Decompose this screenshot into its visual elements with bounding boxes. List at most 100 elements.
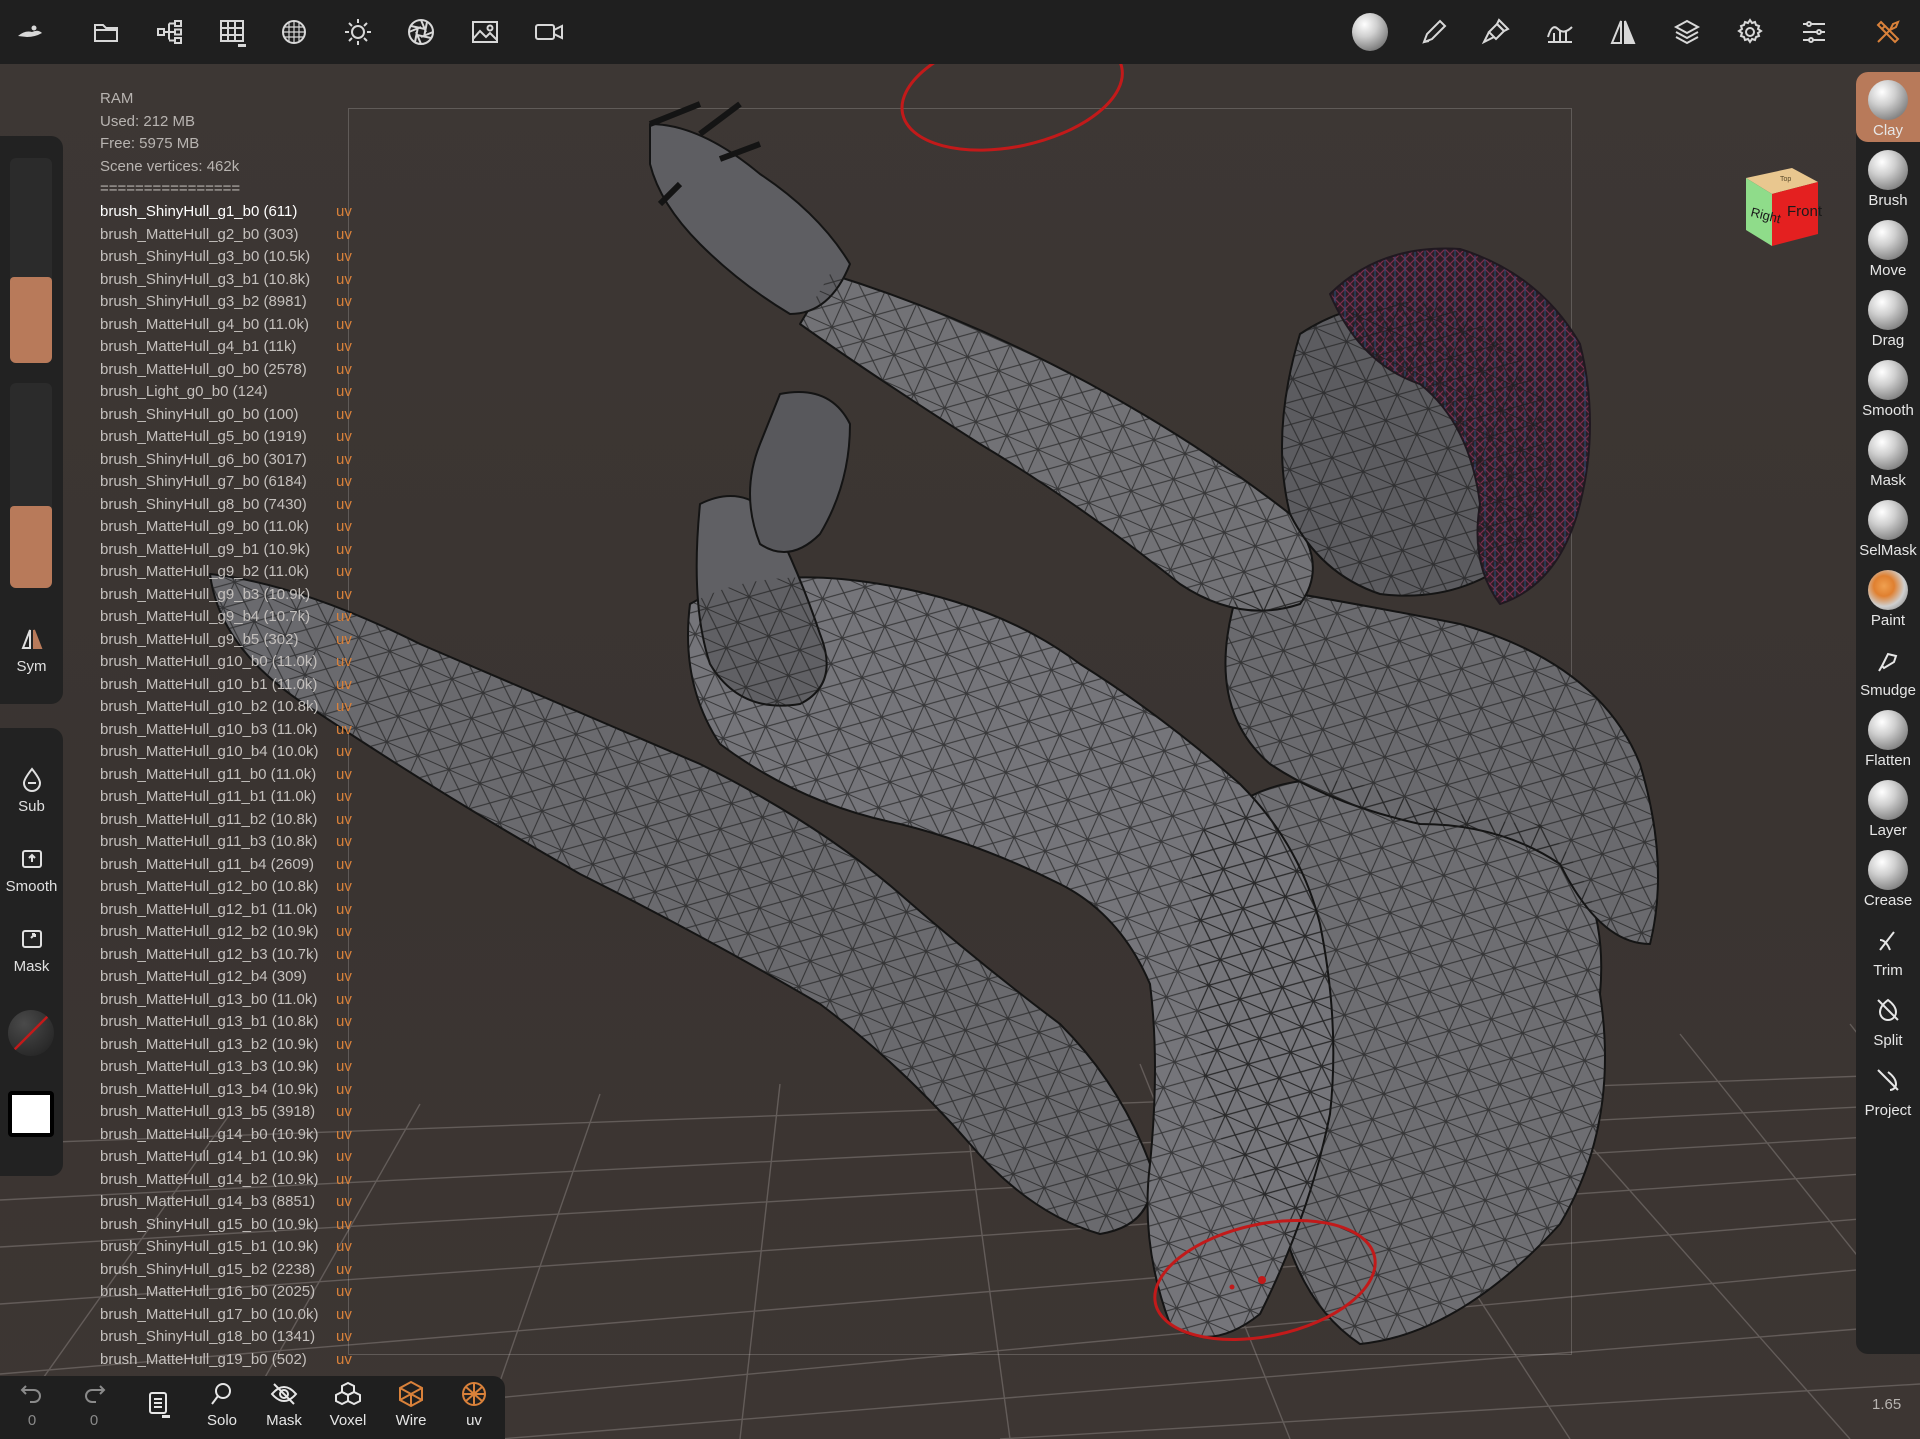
folder-icon[interactable] xyxy=(88,14,124,50)
mesh-list-item[interactable]: brush_ShinyHull_g6_b0 (3017) uv xyxy=(100,449,360,472)
wire-button[interactable]: Wire xyxy=(381,1380,441,1429)
gear-icon[interactable] xyxy=(1732,14,1768,50)
mask-toggle-button[interactable]: Mask xyxy=(254,1380,314,1429)
mesh-list-item[interactable]: brush_MatteHull_g16_b0 (2025) uv xyxy=(100,1281,360,1304)
wave-icon[interactable] xyxy=(1542,14,1578,50)
sun-icon[interactable] xyxy=(340,14,376,50)
mesh-list-item[interactable]: brush_MatteHull_g12_b0 (10.8k) uv xyxy=(100,876,360,899)
mesh-list-item[interactable]: brush_MatteHull_g19_b0 (502) uv xyxy=(100,1349,360,1372)
mesh-list-item[interactable]: brush_MatteHull_g9_b0 (11.0k) uv xyxy=(100,516,360,539)
matcap-sphere-icon[interactable] xyxy=(1352,13,1388,51)
mesh-list-item[interactable]: brush_MatteHull_g10_b1 (11.0k) uv xyxy=(100,674,360,697)
tool-trim[interactable]: Trim xyxy=(1856,912,1920,982)
mesh-list-item[interactable]: brush_ShinyHull_g3_b0 (10.5k) uv xyxy=(100,246,360,269)
mesh-list-item[interactable]: brush_MatteHull_g2_b0 (303) uv xyxy=(100,224,360,247)
mesh-list-item[interactable]: brush_MatteHull_g11_b2 (10.8k) uv xyxy=(100,809,360,832)
tool-brush[interactable]: Brush xyxy=(1856,142,1920,212)
redo-button[interactable]: 0 xyxy=(64,1380,124,1429)
mesh-list-item[interactable]: brush_MatteHull_g9_b2 (11.0k) uv xyxy=(100,561,360,584)
mesh-list-item[interactable]: brush_MatteHull_g10_b3 (11.0k) uv xyxy=(100,719,360,742)
pen-icon[interactable] xyxy=(1416,14,1452,50)
mesh-list-item[interactable]: brush_MatteHull_g17_b0 (10.0k) uv xyxy=(100,1304,360,1327)
symmetry-icon[interactable] xyxy=(1605,14,1641,50)
nomad-logo-icon[interactable] xyxy=(12,14,48,50)
mesh-list-item[interactable]: brush_MatteHull_g11_b4 (2609) uv xyxy=(100,854,360,877)
mesh-list-item[interactable]: brush_MatteHull_g11_b3 (10.8k) uv xyxy=(100,831,360,854)
tool-mask[interactable]: Mask xyxy=(1856,422,1920,492)
solo-button[interactable]: Solo xyxy=(192,1380,252,1429)
tool-smooth[interactable]: Smooth xyxy=(1856,352,1920,422)
material-sphere-icon[interactable] xyxy=(276,14,312,50)
mesh-list-item[interactable]: brush_MatteHull_g13_b5 (3918) uv xyxy=(100,1101,360,1124)
mesh-list-item[interactable]: brush_MatteHull_g4_b1 (11k) uv xyxy=(100,336,360,359)
mesh-list-item[interactable]: brush_MatteHull_g9_b1 (10.9k) uv xyxy=(100,539,360,562)
mesh-list-item[interactable]: brush_MatteHull_g9_b5 (302) uv xyxy=(100,629,360,652)
tool-split[interactable]: Split xyxy=(1856,982,1920,1052)
scene-tree-icon[interactable] xyxy=(152,14,188,50)
layers-icon[interactable] xyxy=(1669,14,1705,50)
mesh-list-item[interactable]: brush_MatteHull_g10_b4 (10.0k) uv xyxy=(100,741,360,764)
smooth-button[interactable]: Smooth xyxy=(0,846,63,895)
mesh-list-item[interactable]: brush_MatteHull_g4_b0 (11.0k) uv xyxy=(100,314,360,337)
voxel-button[interactable]: Voxel xyxy=(318,1380,378,1429)
mesh-list-item[interactable]: brush_MatteHull_g9_b4 (10.7k) uv xyxy=(100,606,360,629)
tool-layer[interactable]: Layer xyxy=(1856,772,1920,842)
mesh-list-item[interactable]: brush_Light_g0_b0 (124) uv xyxy=(100,381,360,404)
tool-drag[interactable]: Drag xyxy=(1856,282,1920,352)
intensity-slider[interactable] xyxy=(10,383,52,588)
undo-button[interactable]: 0 xyxy=(2,1380,62,1429)
tool-move[interactable]: Move xyxy=(1856,212,1920,282)
mesh-list-item[interactable]: brush_MatteHull_g14_b0 (10.9k) uv xyxy=(100,1124,360,1147)
mesh-list-item[interactable]: brush_MatteHull_g14_b3 (8851) uv xyxy=(100,1191,360,1214)
mesh-list-item[interactable]: brush_MatteHull_g12_b1 (11.0k) uv xyxy=(100,899,360,922)
mesh-list-item[interactable]: brush_MatteHull_g13_b0 (11.0k) uv xyxy=(100,989,360,1012)
mesh-list-item[interactable]: brush_MatteHull_g11_b1 (11.0k) uv xyxy=(100,786,360,809)
tool-smudge[interactable]: Smudge xyxy=(1856,632,1920,702)
mesh-list-item[interactable]: brush_ShinyHull_g3_b1 (10.8k) uv xyxy=(100,269,360,292)
mesh-list-item[interactable]: brush_ShinyHull_g15_b2 (2238) uv xyxy=(100,1259,360,1282)
mask-button[interactable]: Mask xyxy=(0,926,63,975)
mesh-list-item[interactable]: brush_MatteHull_g11_b0 (11.0k) uv xyxy=(100,764,360,787)
tool-crease[interactable]: Crease xyxy=(1856,842,1920,912)
navigation-cube[interactable]: Front Right Top xyxy=(1732,164,1822,254)
scene-list-button[interactable] xyxy=(128,1390,188,1422)
sub-button[interactable]: Sub xyxy=(0,766,63,815)
sym-button[interactable]: Sym xyxy=(0,626,63,675)
3d-viewport[interactable]: RAM Used: 212 MB Free: 5975 MB Scene ver… xyxy=(0,64,1920,1439)
mesh-list-item[interactable]: brush_ShinyHull_g0_b0 (100) uv xyxy=(100,404,360,427)
mesh-list-item[interactable]: brush_MatteHull_g12_b4 (309) uv xyxy=(100,966,360,989)
mesh-list-item[interactable]: brush_MatteHull_g12_b3 (10.7k) uv xyxy=(100,944,360,967)
tools-icon[interactable] xyxy=(1870,14,1906,50)
grid-icon[interactable] xyxy=(214,14,250,50)
tool-clay[interactable]: Clay xyxy=(1856,72,1920,142)
uv-button[interactable]: uv xyxy=(444,1380,504,1429)
mesh-list-item[interactable]: brush_ShinyHull_g18_b0 (1341) uv xyxy=(100,1326,360,1349)
tool-flatten[interactable]: Flatten xyxy=(1856,702,1920,772)
tool-selmask[interactable]: SelMask xyxy=(1856,492,1920,562)
mesh-list-item[interactable]: brush_MatteHull_g13_b1 (10.8k) uv xyxy=(100,1011,360,1034)
mesh-list-item[interactable]: brush_ShinyHull_g15_b0 (10.9k) uv xyxy=(100,1214,360,1237)
mesh-list-item[interactable]: brush_ShinyHull_g7_b0 (6184) uv xyxy=(100,471,360,494)
brush-tool-icon[interactable] xyxy=(1478,14,1514,50)
aperture-icon[interactable] xyxy=(403,14,439,50)
mesh-list-item[interactable]: brush_ShinyHull_g8_b0 (7430) uv xyxy=(100,494,360,517)
radius-slider[interactable] xyxy=(10,158,52,363)
mesh-list-item[interactable]: brush_MatteHull_g10_b2 (10.8k) uv xyxy=(100,696,360,719)
tool-project[interactable]: Project xyxy=(1856,1052,1920,1122)
tool-paint[interactable]: Paint xyxy=(1856,562,1920,632)
mesh-list-item[interactable]: brush_MatteHull_g12_b2 (10.9k) uv xyxy=(100,921,360,944)
sliders-icon[interactable] xyxy=(1796,14,1832,50)
mesh-list-item[interactable]: brush_MatteHull_g13_b3 (10.9k) uv xyxy=(100,1056,360,1079)
mesh-list-item[interactable]: brush_MatteHull_g14_b2 (10.9k) uv xyxy=(100,1169,360,1192)
mesh-list-item[interactable]: brush_ShinyHull_g15_b1 (10.9k) uv xyxy=(100,1236,360,1259)
mesh-list-item[interactable]: brush_ShinyHull_g1_b0 (611) uv xyxy=(100,201,360,224)
mesh-list-item[interactable]: brush_MatteHull_g9_b3 (10.9k) uv xyxy=(100,584,360,607)
video-camera-icon[interactable] xyxy=(531,14,567,50)
mesh-list-item[interactable]: brush_MatteHull_g14_b1 (10.9k) uv xyxy=(100,1146,360,1169)
mesh-list-item[interactable]: brush_MatteHull_g5_b0 (1919) uv xyxy=(100,426,360,449)
mesh-list-item[interactable]: brush_MatteHull_g0_b0 (2578) uv xyxy=(100,359,360,382)
mesh-list-item[interactable]: brush_ShinyHull_g3_b2 (8981) uv xyxy=(100,291,360,314)
material-ball-button[interactable] xyxy=(8,1010,54,1056)
color-swatch-button[interactable] xyxy=(8,1091,54,1137)
mesh-list-item[interactable]: brush_MatteHull_g13_b2 (10.9k) uv xyxy=(100,1034,360,1057)
